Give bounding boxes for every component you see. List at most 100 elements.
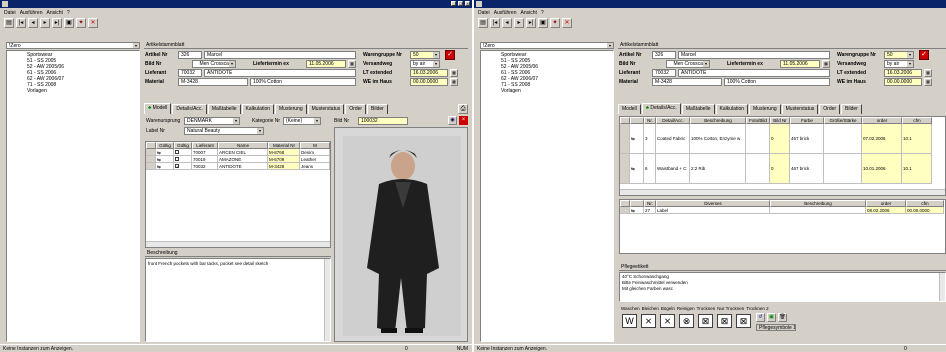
no-dry-icon[interactable]: ⊠ [717, 314, 732, 328]
calendar-icon[interactable]: ▦ [450, 78, 458, 86]
table-row[interactable]: ⇆ 70019 AMAZONE M-6709 Leather [146, 156, 330, 163]
delete-image-icon[interactable]: × [459, 116, 468, 125]
bild-nr-select[interactable]: Men Crosscar ▾ [666, 60, 710, 68]
last-record-icon[interactable]: ▸| [52, 18, 62, 28]
print-icon[interactable]: ▣ [538, 18, 548, 28]
first-record-icon[interactable]: |◂ [16, 18, 26, 28]
tab-musterung[interactable]: Musterung [749, 104, 781, 114]
warengruppe-field[interactable]: 50 ▾ [884, 51, 914, 59]
table-row[interactable]: ⇆ 3 Coated Fabric 100% Cotton, Enzyme w … [620, 124, 945, 154]
chevron-down-icon[interactable]: ▾ [433, 52, 439, 58]
no-tumble-dry-icon[interactable]: ⊠ [698, 314, 713, 328]
next-record-icon[interactable]: ▸ [40, 18, 50, 28]
flag-check-icon[interactable]: ✓ [445, 50, 455, 60]
no-bleach-icon[interactable]: ⨯ [641, 314, 656, 328]
minimize-icon[interactable]: _ [451, 1, 456, 6]
tab-order[interactable]: Order [819, 104, 841, 114]
pflege-text[interactable]: 40°C Schonwaschgang Bitte Feinwaschmitte… [619, 272, 946, 302]
warengruppe-field[interactable]: 50 ▾ [410, 51, 440, 59]
chevron-down-icon[interactable]: ▾ [907, 52, 913, 58]
versandweg-select[interactable]: by air ▾ [410, 60, 440, 68]
tab-masstabelle[interactable]: Maßtabelle [681, 104, 715, 114]
liefertermin-field[interactable]: 11.05.2006 [306, 60, 346, 68]
refresh-icon[interactable]: ↺ [756, 313, 765, 322]
bild-nr-select[interactable]: Men Crosscar ▾ [192, 60, 236, 68]
row-selector[interactable] [146, 163, 156, 170]
liefertermin-field[interactable]: 11.05.2006 [780, 60, 820, 68]
new-icon[interactable]: ▤ [478, 18, 488, 28]
vertical-scrollbar[interactable] [324, 259, 330, 341]
last-record-icon[interactable]: ▸| [526, 18, 536, 28]
tab-modell[interactable]: ♣ Modell [144, 103, 172, 114]
chevron-down-icon[interactable]: ▾ [233, 118, 239, 124]
pflegesymbole-field[interactable]: Pflegesymbole 1 [756, 324, 796, 331]
beschreibung-text[interactable]: front French pockets with bar tacks, poc… [145, 258, 331, 342]
save-icon[interactable]: ▣ [767, 313, 776, 322]
chevron-down-icon[interactable]: ▾ [433, 61, 439, 67]
menu-help[interactable]: ? [541, 10, 544, 16]
print-icon[interactable]: ⎙ [458, 104, 468, 114]
we-im-haus-field[interactable]: 00.00.0000 [410, 78, 448, 86]
season-tree[interactable]: Sportswear 51 - SS 2005 52 - AW 2005/06 … [480, 50, 614, 342]
no-iron-icon[interactable]: ⨯ [660, 314, 675, 328]
vertical-scrollbar[interactable] [939, 273, 945, 301]
row-selector[interactable] [620, 154, 630, 184]
supplier-grid[interactable]: Gültig Gültig Lieferant Name Material Nr… [145, 141, 331, 248]
menu-ansicht[interactable]: Ansicht [520, 10, 536, 16]
tab-musterstatus[interactable]: Musterstatus [307, 104, 345, 114]
row-selector[interactable] [620, 207, 630, 214]
versandweg-select[interactable]: by air ▾ [884, 60, 914, 68]
chevron-down-icon[interactable]: ▾ [703, 61, 709, 67]
article-nr-field[interactable]: 326 [652, 51, 676, 59]
no-dryclean-icon[interactable]: ⊗ [679, 314, 694, 328]
chevron-down-icon[interactable]: ▾ [133, 43, 139, 48]
lieferant-nr-field[interactable]: 70032 [178, 69, 202, 77]
bild-nr-field[interactable]: 100032 [358, 117, 408, 125]
article-nr-field[interactable]: 326 [178, 51, 202, 59]
prev-record-icon[interactable]: ◂ [502, 18, 512, 28]
calendar-icon[interactable]: ▦ [924, 78, 932, 86]
no-dry-2-icon[interactable]: ⊠ [736, 314, 751, 328]
delete-icon[interactable]: ✕ [88, 18, 98, 28]
valid-checkbox[interactable]: ✓ [174, 163, 192, 170]
camera-icon[interactable]: ◉ [448, 116, 457, 125]
row-selector[interactable] [620, 124, 630, 154]
row-selector[interactable] [146, 156, 156, 163]
settings-icon[interactable]: ✦ [76, 18, 86, 28]
flag-check-icon[interactable]: ✓ [919, 50, 929, 60]
material-nr-field[interactable]: M-3428 [652, 78, 722, 86]
chevron-down-icon[interactable]: ▾ [314, 118, 320, 124]
tab-details[interactable]: ♣ Details/Acc. [641, 103, 681, 114]
diverses-grid[interactable]: Nr. Diverses Beschreibung order cfm ⇆ 27… [619, 199, 946, 254]
delete-icon[interactable]: ✕ [562, 18, 572, 28]
next-record-icon[interactable]: ▸ [514, 18, 524, 28]
warenursprung-select[interactable]: DENMARK ▾ [184, 117, 240, 125]
tab-details[interactable]: Details/Acc. [172, 104, 207, 114]
valid-checkbox[interactable] [174, 149, 192, 156]
season-select[interactable]: !Zero ▾ [6, 42, 140, 49]
season-tree[interactable]: Sportswear 51 - SS 2005 52 - AW 2005/06 … [6, 50, 140, 342]
maximize-icon[interactable]: □ [458, 1, 463, 6]
horizontal-scrollbar[interactable] [620, 189, 945, 195]
trash-icon[interactable]: 🗑 [778, 313, 787, 322]
material-desc-field[interactable]: 100% Cotton [250, 78, 356, 86]
calendar-icon[interactable]: ▦ [348, 60, 356, 68]
tab-kalkulation[interactable]: Kalkulation [715, 104, 749, 114]
menu-datei[interactable]: Datei [478, 10, 490, 16]
menu-help[interactable]: ? [67, 10, 70, 16]
tab-musterung[interactable]: Musterung [275, 104, 307, 114]
chevron-down-icon[interactable]: ▾ [907, 61, 913, 67]
valid-checkbox[interactable] [174, 156, 192, 163]
tab-kalkulation[interactable]: Kalkulation [241, 104, 275, 114]
table-row[interactable]: ⇆ ✓ 70032 ANTIDOTE M-3428 Jeans [146, 163, 330, 170]
tab-order[interactable]: Order [345, 104, 367, 114]
menu-datei[interactable]: Datei [4, 10, 16, 16]
calendar-icon[interactable]: ▦ [450, 69, 458, 77]
prev-record-icon[interactable]: ◂ [28, 18, 38, 28]
lieferant-name-field[interactable]: ANTIDOTE [678, 69, 830, 77]
table-row[interactable]: ⇆ 6 Waistband + C 2:2 Rib 0 467 brick 10… [620, 154, 945, 184]
tab-modell[interactable]: Modell [618, 104, 641, 114]
lieferant-nr-field[interactable]: 70032 [652, 69, 676, 77]
tab-bilder[interactable]: Bilder [841, 104, 862, 114]
row-selector[interactable] [146, 149, 156, 156]
